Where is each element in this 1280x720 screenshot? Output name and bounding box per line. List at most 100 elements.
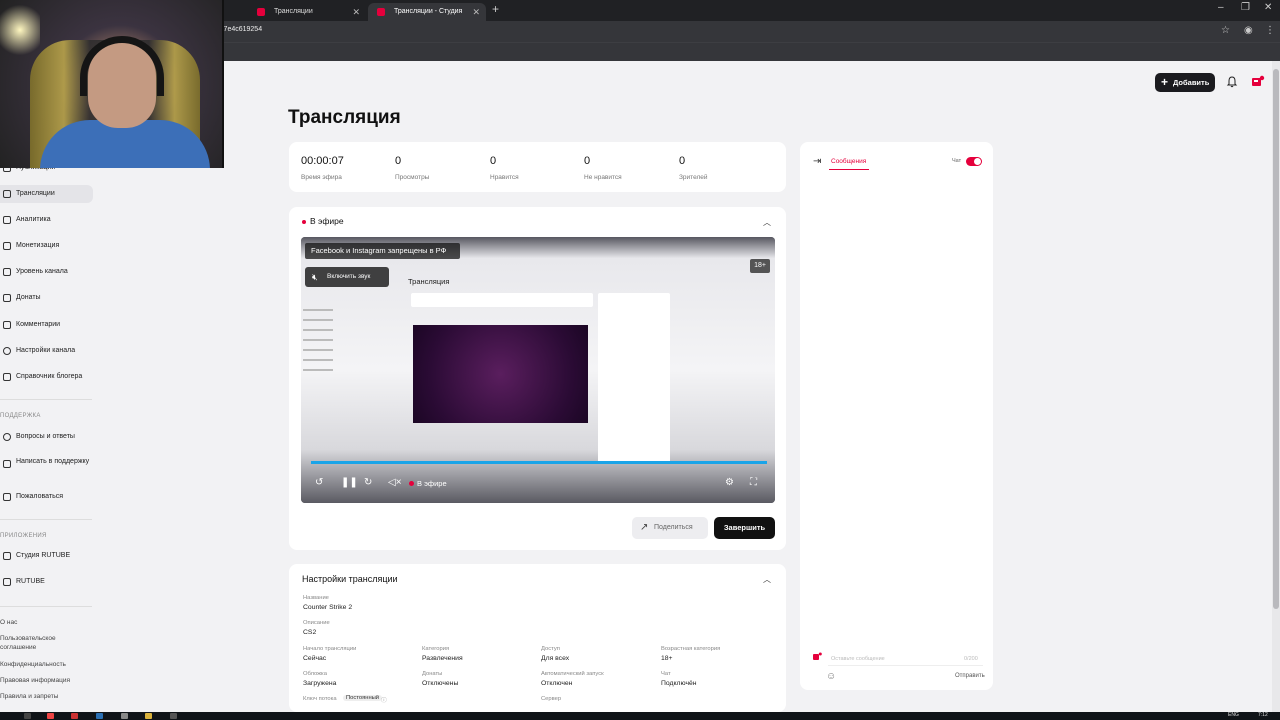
mail-icon <box>3 460 11 468</box>
app-icon[interactable] <box>71 713 78 719</box>
age-category-label: Возрастная категория <box>661 646 721 652</box>
sidebar-item-faq[interactable]: Вопросы и ответы <box>0 428 93 446</box>
sidebar-item-donations[interactable]: Донаты <box>0 289 93 307</box>
chart-icon <box>3 216 11 224</box>
muted-speaker-icon: 🔇︎ <box>312 272 318 282</box>
browser-tab-broadcasts[interactable]: Трансляции ✕ <box>248 3 366 21</box>
footer-link-rules[interactable]: Правила и запреты <box>0 693 58 700</box>
scrollbar-thumb[interactable] <box>1273 69 1279 609</box>
profile-icon[interactable]: ◉ <box>1244 25 1253 36</box>
volume-muted-icon[interactable]: ◁× <box>388 477 402 488</box>
support-section-title: ПОДДЕРЖКА <box>0 413 41 419</box>
clock[interactable]: 7:12 <box>1258 712 1268 718</box>
language-indicator[interactable]: ENG <box>1228 712 1239 718</box>
search-icon[interactable] <box>24 713 31 719</box>
chevron-up-icon[interactable]: ︿ <box>763 574 771 584</box>
sidebar-item-channel-settings[interactable]: Настройки канала <box>0 342 93 360</box>
chevron-up-icon[interactable]: ︿ <box>763 217 771 227</box>
fullscreen-icon[interactable]: ⛶ <box>750 477 757 488</box>
footer-link-privacy[interactable]: Конфиденциальность <box>0 661 66 668</box>
maximize-icon[interactable]: ❐ <box>1241 2 1250 13</box>
sidebar-item-rutube[interactable]: RUTUBE <box>0 573 93 591</box>
bell-icon[interactable] <box>1226 76 1238 88</box>
live-card-title[interactable]: В эфире <box>302 216 344 226</box>
share-label: Поделиться <box>654 524 693 531</box>
channel-avatar-icon[interactable] <box>1251 75 1265 89</box>
new-tab-button[interactable]: + <box>492 2 499 16</box>
start-value: Сейчас <box>303 655 327 662</box>
chat-toggle-label: Чат <box>952 158 962 164</box>
collapse-chat-icon[interactable]: ⇥ <box>813 156 821 167</box>
sidebar-item-contact-support[interactable]: Написать в поддержку <box>0 455 93 477</box>
url-text[interactable]: i7e4c619254 <box>222 26 262 33</box>
preview-video-frame <box>413 325 588 423</box>
progress-bar[interactable] <box>311 461 767 464</box>
viewers-label: Зрителей <box>679 174 708 181</box>
share-button[interactable]: ↗ Поделиться <box>632 517 708 539</box>
close-window-icon[interactable]: ✕ <box>1264 2 1272 13</box>
preview-stats-card <box>411 293 593 307</box>
age-category-value: 18+ <box>661 655 673 662</box>
preview-sidebar-line <box>303 329 333 331</box>
info-icon[interactable]: ⓘ <box>381 695 387 704</box>
sidebar-item-comments[interactable]: Комментарии <box>0 316 93 334</box>
sidebar-item-blogger-guide[interactable]: Справочник блогера <box>0 368 93 386</box>
footer-link-terms[interactable]: Пользовательское соглашение <box>0 634 70 652</box>
sidebar-divider <box>0 399 92 400</box>
sidebar-item-channel-level[interactable]: Уровень канала <box>0 263 93 281</box>
forward-10-icon[interactable]: ↻ <box>364 477 372 488</box>
video-player[interactable]: Трансляция Facebook и Instagram запрещен… <box>301 237 775 503</box>
sidebar-item-monetization[interactable]: Монетизация <box>0 237 93 255</box>
minimize-icon[interactable]: – <box>1218 2 1224 13</box>
sidebar-item-label: Вопросы и ответы <box>16 433 75 440</box>
page-scrollbar[interactable] <box>1272 61 1280 712</box>
chat-input-underline <box>828 665 983 666</box>
add-button[interactable]: + Добавить <box>1155 73 1215 92</box>
tab-label: Трансляции <box>274 8 313 15</box>
sidebar-item-analytics[interactable]: Аналитика <box>0 211 93 229</box>
description-value: CS2 <box>303 629 317 636</box>
sidebar-item-label: Аналитика <box>16 216 51 223</box>
tab-underline <box>829 169 869 170</box>
lamp-glow <box>0 0 40 60</box>
preview-sidebar-line <box>303 339 333 341</box>
donate-icon <box>3 294 11 302</box>
chrome-icon[interactable] <box>47 713 54 719</box>
close-tab-icon[interactable]: ✕ <box>472 3 480 21</box>
sidebar-item-label: Пожаловаться <box>16 493 64 500</box>
settings-gear-icon[interactable]: ⚙ <box>725 477 734 488</box>
sidebar-item-report[interactable]: Пожаловаться <box>0 488 93 506</box>
app-icon[interactable] <box>121 713 128 719</box>
unmute-button[interactable]: 🔇︎ Включить звук <box>305 267 389 287</box>
pause-icon[interactable]: ❚❚ <box>341 477 358 488</box>
warning-banner: Facebook и Instagram запрещены в РФ <box>305 243 460 259</box>
chat-messages-tab[interactable]: Сообщения <box>831 158 866 165</box>
chat-input[interactable]: Оставьте сообщение <box>831 656 885 662</box>
browser-menu-icon[interactable]: ⋮ <box>1265 25 1275 36</box>
browser-tab-studio[interactable]: Трансляции - Студия RUTUBE ✕ <box>368 3 486 33</box>
footer-link-about[interactable]: О нас <box>0 619 17 626</box>
sidebar-divider <box>0 606 92 607</box>
sidebar-item-studio-rutube[interactable]: Студия RUTUBE <box>0 547 93 565</box>
footer-link-legal[interactable]: Правовая информация <box>0 677 70 684</box>
rewind-10-icon[interactable]: ↺ <box>315 477 323 488</box>
sidebar-item-label: RUTUBE <box>16 578 45 585</box>
share-icon: ↗ <box>640 522 649 533</box>
steam-icon[interactable] <box>96 713 103 719</box>
send-button[interactable]: Отправить <box>955 673 985 679</box>
app-icon[interactable] <box>170 713 177 719</box>
viewers-value: 0 <box>679 155 686 167</box>
description-label: Описание <box>303 620 330 626</box>
end-stream-button[interactable]: Завершить <box>714 517 775 539</box>
folder-icon[interactable] <box>145 713 152 719</box>
sidebar-item-broadcasts[interactable]: Трансляции <box>0 185 93 203</box>
donations-label: Донаты <box>422 671 443 677</box>
sidebar-item-label: Написать в поддержку <box>16 458 90 465</box>
unmute-label: Включить звук <box>327 273 371 280</box>
dislikes-label: Не нравится <box>584 174 622 181</box>
chat-toggle[interactable] <box>966 157 982 166</box>
bookmark-star-icon[interactable]: ☆ <box>1221 25 1230 36</box>
emoji-icon[interactable]: ☺ <box>826 671 836 682</box>
name-value: Counter Strike 2 <box>303 604 353 611</box>
close-tab-icon[interactable]: ✕ <box>352 3 360 21</box>
